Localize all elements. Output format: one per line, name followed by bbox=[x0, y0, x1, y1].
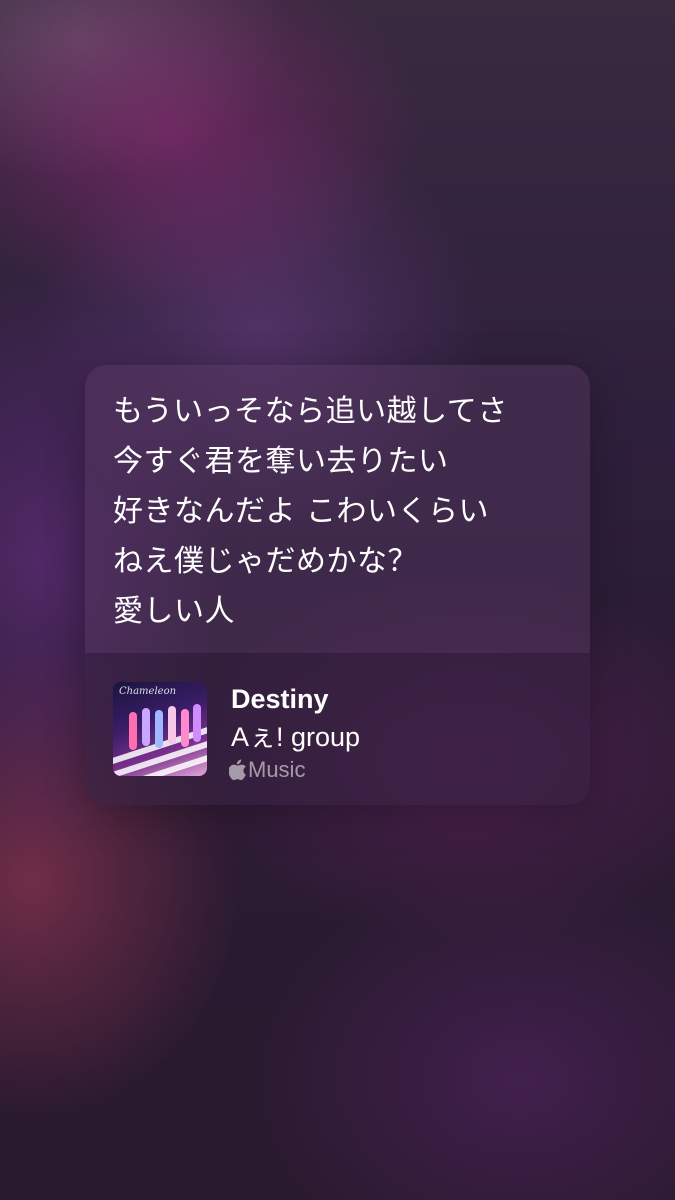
lyric-line: もういっそなら追い越してさ bbox=[113, 394, 508, 429]
lyric-line: 今すぐ君を奪い去りたい bbox=[113, 444, 449, 479]
artwork-script-logo: Chameleon bbox=[119, 686, 177, 697]
lyric-line: 好きなんだよ こわいくらい bbox=[113, 494, 490, 529]
song-title: Destiny bbox=[231, 684, 329, 714]
album-artwork[interactable]: Chameleon bbox=[113, 682, 207, 776]
lyric-line: ねえ僕じゃだめかな？ bbox=[113, 544, 418, 579]
artwork-figure bbox=[193, 704, 201, 742]
artwork-figure bbox=[129, 712, 137, 750]
lyric-line: 愛しい人 bbox=[113, 594, 235, 629]
lyrics-block: もういっそなら追い越してさ 今すぐ君を奪い去りたい 好きなんだよ こわいくらい … bbox=[85, 365, 590, 653]
artwork-figure bbox=[168, 706, 176, 744]
service-label: Music bbox=[248, 757, 306, 782]
song-artist: Aぇ! group bbox=[231, 722, 361, 752]
artwork-figure bbox=[181, 709, 189, 747]
apple-logo-icon bbox=[229, 759, 246, 781]
song-info-bar[interactable]: Chameleon Destiny Aぇ! group Music bbox=[85, 653, 590, 805]
apple-music-badge: Music bbox=[229, 757, 305, 783]
artwork-figure bbox=[155, 710, 163, 748]
artwork-figure bbox=[142, 708, 150, 746]
lyrics-share-card[interactable]: もういっそなら追い越してさ 今すぐ君を奪い去りたい 好きなんだよ こわいくらい … bbox=[85, 365, 590, 805]
